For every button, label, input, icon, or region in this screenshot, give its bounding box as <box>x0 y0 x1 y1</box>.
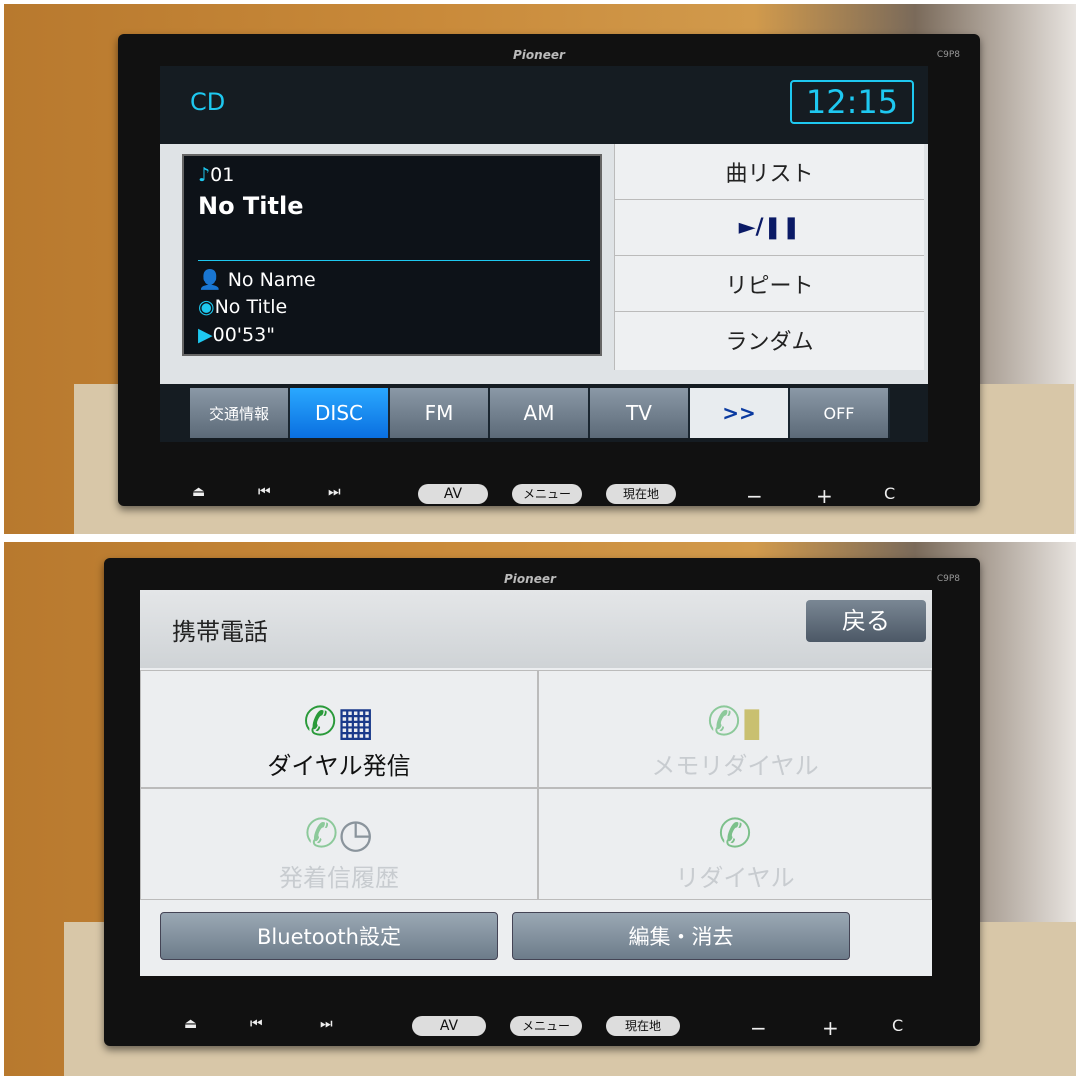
volume-up-button[interactable]: + <box>822 1016 839 1040</box>
track-number: 01 <box>210 164 235 186</box>
disc-icon: ◉ <box>198 296 215 318</box>
eject-button[interactable]: ⏏ <box>192 484 205 500</box>
track-title: No Title <box>198 192 304 220</box>
location-button[interactable]: 現在地 <box>606 484 676 504</box>
edit-delete-button[interactable]: 編集・消去 <box>512 912 850 960</box>
c-button[interactable]: C <box>884 484 895 503</box>
dial-button[interactable]: ✆▦ ダイヤル発信 <box>140 670 538 788</box>
tab-fm[interactable]: FM <box>390 388 490 438</box>
artist-icon: 👤 <box>198 269 222 291</box>
random-button[interactable]: ランダム <box>615 312 924 368</box>
bluetooth-settings-button[interactable]: Bluetooth設定 <box>160 912 498 960</box>
next-track-button[interactable]: ⏭ <box>320 1016 333 1032</box>
tab-traffic[interactable]: 交通情報 <box>190 388 290 438</box>
memory-dial-button[interactable]: ✆▮ メモリダイヤル <box>538 670 932 788</box>
screen: CD 12:15 ♪01 No Title 👤 No Name ◉No Titl… <box>160 66 928 442</box>
album: No Title <box>214 296 288 318</box>
volume-up-button[interactable]: + <box>816 484 833 508</box>
prev-track-button[interactable]: ⏮ <box>258 484 271 500</box>
source-title: CD <box>190 88 226 116</box>
next-track-button[interactable]: ⏭ <box>328 484 341 500</box>
play-pause-button[interactable]: ►/❚❚ <box>615 200 924 256</box>
clock-phone-icon: ✆◷ <box>304 811 374 857</box>
call-history-button[interactable]: ✆◷ 発着信履歴 <box>140 788 538 900</box>
c-button[interactable]: C <box>892 1016 903 1035</box>
tab-am[interactable]: AM <box>490 388 590 438</box>
prev-track-button[interactable]: ⏮ <box>250 1016 263 1032</box>
song-list-button[interactable]: 曲リスト <box>615 144 924 200</box>
source-tabs: 交通情報 DISC FM AM TV >> OFF <box>190 388 890 438</box>
av-button[interactable]: AV <box>418 484 488 504</box>
head-unit: Pioneer C9P8 CD 12:15 ♪01 No Title 👤 No … <box>118 34 980 508</box>
top-photo: Pioneer C9P8 CD 12:15 ♪01 No Title 👤 No … <box>4 4 1076 534</box>
av-button[interactable]: AV <box>412 1016 486 1036</box>
bottom-photo: Pioneer C9P8 携帯電話 戻る ✆▦ ダイヤル発信 ✆▮ メモリダイヤ… <box>4 542 1076 1076</box>
track-info-panel: ♪01 No Title 👤 No Name ◉No Title ▶00'53" <box>182 154 602 356</box>
side-menu: 曲リスト ►/❚❚ リピート ランダム <box>614 144 924 370</box>
artist: No Name <box>227 269 316 291</box>
call-history-label: 発着信履歴 <box>279 864 399 892</box>
page-title: 携帯電話 <box>172 618 268 646</box>
repeat-button[interactable]: リピート <box>615 256 924 312</box>
redial-label: リダイヤル <box>675 864 795 892</box>
divider <box>198 260 590 261</box>
model-label: C9P8 <box>936 574 960 584</box>
location-button[interactable]: 現在地 <box>606 1016 680 1036</box>
volume-down-button[interactable]: − <box>746 484 763 508</box>
menu-button[interactable]: メニュー <box>510 1016 582 1036</box>
memory-dial-label: メモリダイヤル <box>651 752 819 780</box>
phone-handset-icon: ✆ <box>718 811 752 857</box>
content-area: ♪01 No Title 👤 No Name ◉No Title ▶00'53"… <box>160 144 928 384</box>
screen: 携帯電話 戻る ✆▦ ダイヤル発信 ✆▮ メモリダイヤル ✆◷ 発着信履歴 ✆ … <box>140 590 932 976</box>
menu-button[interactable]: メニュー <box>512 484 582 504</box>
tab-tv[interactable]: TV <box>590 388 690 438</box>
play-icon: ▶ <box>198 324 213 346</box>
clock: 12:15 <box>790 80 914 124</box>
tab-more[interactable]: >> <box>690 388 790 438</box>
eject-button[interactable]: ⏏ <box>184 1016 197 1032</box>
tab-off[interactable]: OFF <box>790 388 890 438</box>
elapsed-time: 00'53" <box>212 324 275 346</box>
volume-down-button[interactable]: − <box>750 1016 767 1040</box>
music-note-icon: ♪ <box>198 164 211 186</box>
redial-button[interactable]: ✆ リダイヤル <box>538 788 932 900</box>
tab-disc[interactable]: DISC <box>290 388 390 438</box>
back-button[interactable]: 戻る <box>806 600 926 642</box>
brand-logo: Pioneer <box>504 572 556 586</box>
brand-logo: Pioneer <box>513 48 565 62</box>
head-unit: Pioneer C9P8 携帯電話 戻る ✆▦ ダイヤル発信 ✆▮ メモリダイヤ… <box>104 558 980 1046</box>
header: 携帯電話 戻る <box>140 590 932 668</box>
phonebook-icon: ✆▮ <box>707 699 763 745</box>
dial-label: ダイヤル発信 <box>267 752 411 780</box>
model-label: C9P8 <box>936 50 960 60</box>
dial-keypad-phone-icon: ✆▦ <box>303 699 375 745</box>
